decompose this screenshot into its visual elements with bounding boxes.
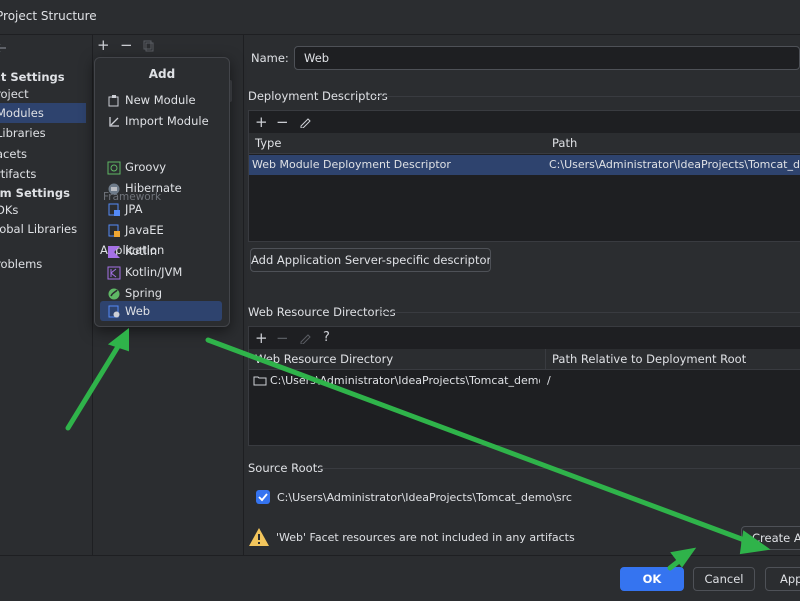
section-divider [374, 96, 800, 97]
add-icon[interactable]: + [255, 115, 268, 130]
menu-item-label: Kotlin [125, 244, 158, 258]
menu-item-label: Web [125, 304, 151, 318]
menu-item-import-module[interactable]: Import Module [100, 111, 222, 131]
source-roots-title: Source Roots [248, 461, 324, 475]
menu-item-kotlin[interactable]: Kotlin [100, 241, 222, 261]
warning-text: 'Web' Facet resources are not included i… [276, 531, 575, 544]
add-server-descriptor-button[interactable]: Add Application Server-specific descript… [250, 248, 491, 272]
kotlin-icon [108, 245, 120, 258]
menu-item-label: Spring [125, 286, 163, 300]
menu-item-spring[interactable]: Spring [100, 283, 222, 303]
remove-icon[interactable]: − [120, 38, 133, 53]
menu-item-label: Hibernate [125, 181, 182, 195]
checkmark-icon [258, 493, 268, 502]
popup-title: Add [148, 67, 176, 81]
web-resource-directories-title: Web Resource Directories [248, 305, 396, 319]
ok-button[interactable]: OK [620, 567, 684, 591]
spring-icon [108, 288, 120, 299]
column-header-relative-path[interactable]: Path Relative to Deployment Root [546, 349, 800, 370]
help-icon[interactable]: ? [323, 330, 330, 345]
back-arrow-icon[interactable] [0, 43, 8, 53]
menu-item-kotlin-jvm[interactable]: Kotlin/JVM [100, 262, 222, 282]
menu-item-label: New Module [125, 93, 196, 107]
name-label: Name: [251, 51, 289, 65]
menu-item-label: JPA [125, 202, 143, 216]
project-settings-header: ct Settings [0, 70, 65, 84]
jpa-icon [108, 203, 120, 216]
menu-item-jpa[interactable]: JPA [100, 199, 222, 219]
sidebar-item-problems[interactable]: roblems [0, 254, 86, 274]
sidebar-item-modules[interactable]: Modules [0, 103, 86, 123]
deployment-descriptors-title: Deployment Descriptors [248, 89, 388, 103]
add-icon[interactable]: + [97, 38, 110, 53]
table-row[interactable]: Web Module Deployment Descriptor C:\User… [249, 155, 800, 175]
row-type: Web Module Deployment Descriptor [252, 158, 451, 171]
menu-item-label: Kotlin/JVM [125, 265, 183, 279]
menu-item-web[interactable]: Web [100, 301, 222, 321]
row-relative-path: / [547, 374, 551, 387]
menu-item-javaee[interactable]: JavaEE Application [100, 220, 222, 257]
sidebar-item-project[interactable]: roject [0, 84, 86, 104]
web-module-icon [108, 305, 120, 317]
cancel-button[interactable]: Cancel [693, 567, 755, 591]
kotlin-jvm-icon [107, 266, 121, 279]
create-artifact-button[interactable]: Create Ar [741, 526, 800, 550]
sidebar-item-artifacts[interactable]: rtifacts [0, 164, 86, 184]
row-directory: C:\Users\Administrator\IdeaProjects\Tomc… [270, 374, 540, 387]
source-root-path: C:\Users\Administrator\IdeaProjects\Tomc… [277, 491, 572, 504]
groovy-icon [107, 161, 121, 174]
copy-icon[interactable] [143, 40, 154, 52]
sidebar-item-facets[interactable]: acets [0, 144, 86, 164]
menu-item-hibernate[interactable]: Hibernate [100, 178, 222, 198]
platform-settings-header: rm Settings [0, 186, 70, 200]
warning-icon [249, 528, 269, 546]
apply-button[interactable]: App [765, 567, 800, 591]
section-divider [318, 468, 800, 469]
sidebar-item-libraries[interactable]: Libraries [0, 123, 86, 143]
folder-icon [253, 376, 267, 386]
section-divider [381, 312, 800, 313]
hibernate-icon [108, 183, 120, 194]
name-input-value: Web [304, 51, 330, 65]
add-popup-menu: Add New Module Import Module Framework G… [94, 57, 230, 327]
sidebar-item-global-libraries[interactable]: lobal Libraries [0, 219, 86, 239]
deployment-descriptors-table: + − Type Path Web Module Deployment Desc… [248, 110, 800, 242]
new-module-icon [108, 94, 119, 106]
remove-icon[interactable]: − [276, 115, 289, 130]
table-row[interactable]: C:\Users\Administrator\IdeaProjects\Tomc… [249, 371, 800, 391]
import-icon [109, 116, 119, 127]
remove-icon[interactable]: − [276, 331, 289, 346]
column-header-type[interactable]: Type [249, 133, 552, 154]
name-input[interactable]: Web [294, 46, 800, 70]
javaee-icon [108, 224, 120, 237]
edit-pencil-icon[interactable] [299, 332, 311, 344]
settings-sidebar: ct Settings roject Modules Libraries ace… [0, 35, 93, 555]
edit-pencil-icon[interactable] [299, 116, 311, 128]
menu-item-groovy[interactable]: Groovy [100, 157, 222, 177]
menu-item-new-module[interactable]: New Module [100, 90, 222, 110]
menu-item-label: Groovy [125, 160, 167, 174]
sidebar-item-sdks[interactable]: DKs [0, 200, 86, 220]
window-title: Project Structure [0, 9, 97, 23]
title-bar: Project Structure [0, 0, 800, 35]
column-header-web-resource-directory[interactable]: Web Resource Directory [249, 349, 546, 370]
row-path: C:\Users\Administrator\IdeaProjects\Tomc… [549, 158, 799, 171]
column-header-path[interactable]: Path [546, 133, 800, 154]
web-resource-table: + − ? Web Resource Directory Path Relati… [248, 326, 800, 446]
add-icon[interactable]: + [255, 331, 268, 346]
source-root-checkbox[interactable] [256, 490, 270, 504]
menu-item-label: Import Module [125, 114, 209, 128]
